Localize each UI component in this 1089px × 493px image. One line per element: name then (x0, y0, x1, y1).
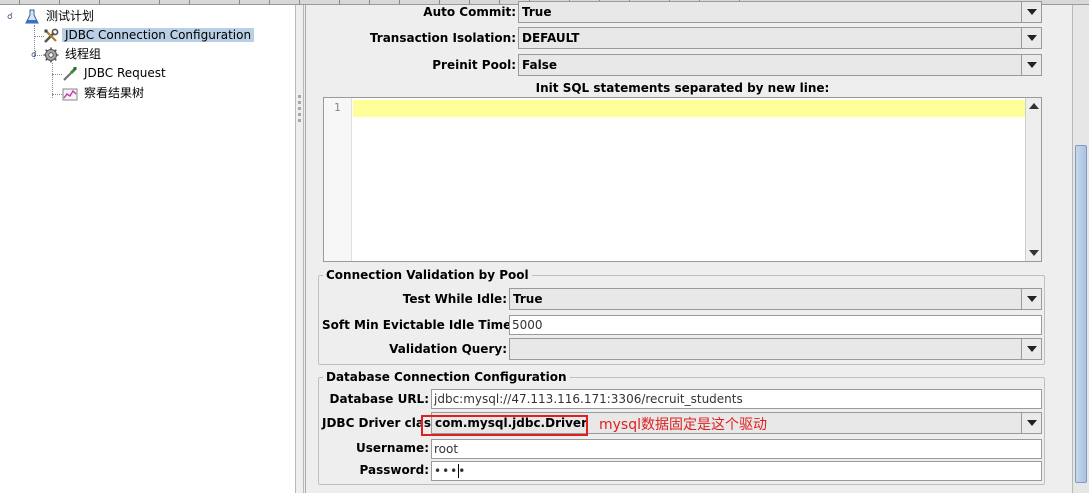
tree-node-jdbc-connection-configuration[interactable]: JDBC Connection Configuration (43, 26, 255, 44)
connection-validation-title: Connection Validation by Pool (323, 268, 532, 282)
init-sql-editor[interactable]: 1 (323, 97, 1042, 262)
tree-node-label: JDBC Request (84, 66, 166, 80)
splitter-grip (298, 107, 301, 110)
validation-query-label: Validation Query: (389, 342, 507, 356)
tree-node-label: 线程组 (65, 47, 102, 61)
test-while-idle-select[interactable]: True (509, 288, 1042, 310)
soft-min-evictable-value: 5000 (512, 318, 543, 332)
scroll-down-icon[interactable] (1029, 250, 1039, 256)
annotation-text: mysql数据固定是这个驱动 (599, 417, 767, 433)
tree-connector (52, 63, 53, 98)
transaction-isolation-value: DEFAULT (522, 31, 580, 45)
auto-commit-select[interactable]: True (518, 1, 1042, 23)
database-url-input[interactable]: jdbc:mysql://47.113.116.171:3306/recruit… (431, 389, 1042, 409)
database-connection-title: Database Connection Configuration (323, 370, 570, 384)
tree-connector (52, 94, 62, 95)
scrollbar-thumb[interactable] (1075, 145, 1087, 483)
line-number-gutter: 1 (324, 98, 352, 261)
tree-node-thread-group[interactable]: 线程组 (43, 45, 104, 63)
annotation-highlight-box (421, 415, 588, 436)
password-label: Password: (359, 463, 430, 477)
test-plan-icon (24, 9, 40, 25)
current-line-highlight (353, 100, 1025, 117)
init-sql-label: Init SQL statements separated by new lin… (535, 81, 830, 95)
line-number: 1 (334, 101, 341, 114)
username-input[interactable]: root (431, 439, 1042, 459)
tools-icon (43, 28, 59, 44)
preinit-pool-select[interactable]: False (518, 54, 1042, 76)
toolbar-button[interactable] (190, 0, 240, 4)
password-input[interactable]: •••• (431, 461, 1042, 481)
database-url-value: jdbc:mysql://47.113.116.171:3306/recruit… (434, 392, 743, 406)
tree-node-label: JDBC Connection Configuration (62, 28, 255, 42)
username-label: Username: (355, 441, 429, 455)
editor-scrollbar[interactable] (1025, 98, 1041, 261)
tree-node-label: 测试计划 (46, 9, 95, 23)
toolbar-button[interactable] (0, 0, 20, 4)
chevron-down-icon[interactable] (1021, 55, 1041, 75)
splitter-grip (298, 113, 301, 116)
toolbar-button[interactable] (60, 0, 100, 4)
tree-node-test-plan[interactable]: 测试计划 (24, 7, 97, 25)
soft-min-evictable-input[interactable]: 5000 (509, 315, 1042, 335)
jdbc-driver-class-label: JDBC Driver class: (322, 416, 444, 430)
splitter-grip (298, 95, 301, 98)
splitter-grip (298, 119, 301, 122)
chevron-down-icon[interactable] (1021, 413, 1041, 433)
splitter-grip (298, 101, 301, 104)
chevron-down-icon[interactable] (1021, 339, 1041, 359)
chevron-down-icon[interactable] (1021, 28, 1041, 48)
username-value: root (434, 442, 459, 456)
pipette-icon (62, 66, 78, 82)
soft-min-evictable-label: Soft Min Evictable Idle Time(ms): (322, 318, 547, 332)
scroll-up-icon[interactable] (1029, 103, 1039, 109)
toolbar-button[interactable] (100, 0, 160, 4)
preinit-pool-value: False (522, 58, 557, 72)
tree-node-view-results-tree[interactable]: 察看结果树 (62, 84, 147, 102)
chevron-down-icon[interactable] (1021, 289, 1041, 309)
password-value: •••• (434, 464, 467, 478)
tree-expand-toggle[interactable]: ☌ (29, 50, 39, 60)
test-while-idle-label: Test While Idle: (402, 292, 507, 306)
tree-node-jdbc-request[interactable]: JDBC Request (62, 64, 169, 82)
test-plan-tree: ☌ 测试计划 JDBC Connection Configuration ☌ 线… (0, 5, 296, 493)
database-url-label: Database URL: (329, 392, 429, 406)
toolbar-button[interactable] (20, 0, 60, 4)
chart-icon (62, 86, 78, 102)
chevron-down-icon[interactable] (1021, 2, 1041, 22)
auto-commit-label: Auto Commit: (423, 5, 516, 19)
toolbar-button[interactable] (160, 0, 190, 4)
toolbar-button[interactable] (240, 0, 270, 4)
toolbar-button[interactable] (270, 0, 300, 4)
test-while-idle-value: True (513, 292, 543, 306)
auto-commit-value: True (522, 5, 552, 19)
text-caret (458, 464, 459, 478)
transaction-isolation-select[interactable]: DEFAULT (518, 27, 1042, 49)
transaction-isolation-label: Transaction Isolation: (369, 31, 516, 45)
tree-expand-toggle[interactable]: ☌ (5, 12, 15, 22)
gear-icon (43, 47, 59, 63)
tree-node-label: 察看结果树 (84, 86, 145, 100)
tree-connector (52, 74, 62, 75)
preinit-pool-label: Preinit Pool: (432, 58, 516, 72)
validation-query-select[interactable] (509, 338, 1042, 360)
panel-splitter[interactable] (296, 5, 304, 493)
form-scrollbar[interactable] (1072, 5, 1089, 493)
